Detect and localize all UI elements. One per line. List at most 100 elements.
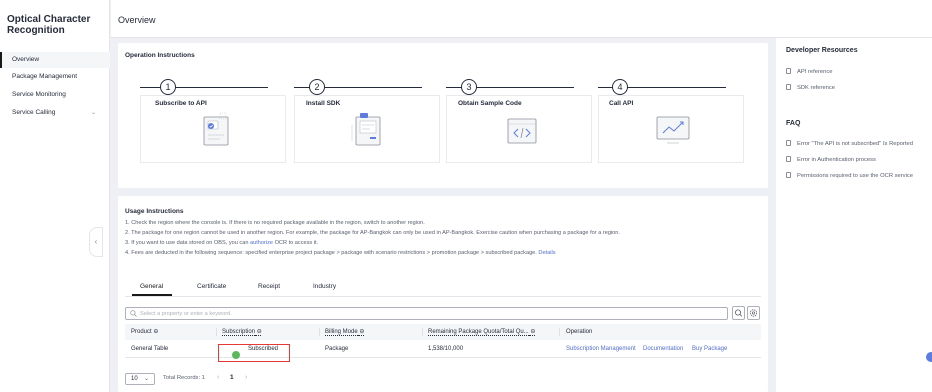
step-label: Call API xyxy=(609,100,634,107)
column-label: Product xyxy=(131,329,152,335)
filter-icon[interactable]: ⊖ xyxy=(530,329,535,335)
details-link[interactable]: Details xyxy=(538,250,555,256)
tab-general[interactable]: General xyxy=(140,283,163,290)
sidebar-item-service-calling[interactable]: Service Calling ⌄ xyxy=(0,105,110,121)
column-label: Subscription xyxy=(222,329,256,335)
column-separator xyxy=(422,328,423,336)
column-separator xyxy=(216,328,217,336)
column-header-remaining-quota[interactable]: Remaining Package Quota/Total Qu... ⊖ xyxy=(428,324,535,340)
step-label: Subscribe to API xyxy=(155,100,207,107)
step-number: 2 xyxy=(309,79,325,95)
usage-text: OCR to access it. xyxy=(273,240,319,246)
faq-label: Error in Authentication process xyxy=(797,157,876,163)
tab-receipt[interactable]: Receipt xyxy=(258,283,280,290)
api-reference-link[interactable]: API reference xyxy=(786,68,832,75)
search-icon xyxy=(130,310,137,317)
resource-label: API reference xyxy=(797,69,833,75)
faq-label: Permissions required to use the OCR serv… xyxy=(797,173,913,179)
search-button[interactable] xyxy=(732,306,745,320)
column-header-operation: Operation xyxy=(566,329,593,335)
subscribe-illustration-icon xyxy=(203,112,229,146)
developer-resources-title: Developer Resources xyxy=(786,47,858,54)
step-number: 4 xyxy=(612,79,628,95)
page-title: Overview xyxy=(118,15,156,25)
tab-certificate[interactable]: Certificate xyxy=(197,283,226,290)
current-page[interactable]: 1 xyxy=(230,374,234,381)
operation-instructions-title: Operation Instructions xyxy=(125,52,195,59)
page-size-select[interactable]: 10 ⌄ xyxy=(125,373,155,385)
usage-instruction-line: 3. If you want to use data stored on OBS… xyxy=(125,240,318,246)
table-header: Product ⊖ Subscription ⊖ Billing Mode ⊖ … xyxy=(125,324,761,340)
previous-page-icon[interactable]: ‹ xyxy=(217,374,219,381)
step-number: 3 xyxy=(461,79,477,95)
filter-icon[interactable]: ⊖ xyxy=(153,329,158,335)
cell-billing-mode: Package xyxy=(325,346,349,352)
tabs-divider xyxy=(125,296,761,297)
authorize-link[interactable]: authorize xyxy=(250,240,273,246)
usage-instruction-line: 1. Check the region where the console is… xyxy=(125,220,425,226)
sdk-reference-link[interactable]: SDK reference xyxy=(786,84,835,91)
sidebar-collapse-button[interactable]: ‹ xyxy=(89,227,103,257)
search-icon xyxy=(735,309,743,317)
faq-label: Error "The API is not subscribed" Is Rep… xyxy=(797,141,913,147)
tab-industry[interactable]: Industry xyxy=(313,283,336,290)
column-label: Billing Mode xyxy=(325,329,358,335)
call-api-illustration-icon xyxy=(656,116,690,144)
document-icon xyxy=(786,156,791,162)
subscription-management-link[interactable]: Subscription Management xyxy=(566,340,636,358)
sidebar-item-package-management[interactable]: Package Management xyxy=(0,69,110,85)
document-icon xyxy=(786,172,791,178)
sidebar-title: Optical Character Recognition xyxy=(7,14,91,36)
sidebar-item-service-monitoring[interactable]: Service Monitoring xyxy=(0,87,110,103)
sample-code-illustration-icon xyxy=(507,118,537,144)
gear-icon xyxy=(749,309,758,317)
step-label: Obtain Sample Code xyxy=(458,100,522,107)
search-box xyxy=(125,307,728,320)
filter-icon[interactable]: ⊖ xyxy=(257,329,262,335)
column-header-product[interactable]: Product ⊖ xyxy=(131,324,158,340)
column-separator xyxy=(559,328,560,336)
sidebar-item-label: Overview xyxy=(12,56,40,63)
sidebar-item-overview[interactable]: Overview xyxy=(0,52,110,68)
sidebar-item-label: Service Monitoring xyxy=(12,91,66,98)
faq-item[interactable]: Permissions required to use the OCR serv… xyxy=(786,172,913,179)
settings-button[interactable] xyxy=(747,306,760,320)
operation-instructions-card: Operation Instructions 1 2 3 4 Subscribe… xyxy=(118,43,768,188)
install-sdk-illustration-icon xyxy=(351,113,381,146)
sidebar: Optical Character Recognition Overview P… xyxy=(0,0,110,392)
page-header: Overview xyxy=(111,0,932,38)
subscription-highlight-box xyxy=(218,344,290,362)
column-header-subscription[interactable]: Subscription ⊖ xyxy=(222,324,262,340)
documentation-link[interactable]: Documentation xyxy=(643,340,683,358)
column-header-billing-mode[interactable]: Billing Mode ⊖ xyxy=(325,324,364,340)
usage-text: 3. If you want to use data stored on OBS… xyxy=(125,240,251,246)
document-icon xyxy=(786,140,791,146)
buy-package-link[interactable]: Buy Package xyxy=(692,340,727,358)
column-label: Remaining Package Quota/Total Qu... xyxy=(428,329,529,335)
search-input[interactable] xyxy=(140,308,720,319)
usage-instruction-line: 4. Fees are deducted in the following se… xyxy=(125,250,556,256)
filter-icon[interactable]: ⊖ xyxy=(359,329,364,335)
sidebar-item-label: Service Calling xyxy=(12,109,56,116)
column-separator xyxy=(319,328,320,336)
usage-instruction-line: 2. The package for one region cannot be … xyxy=(125,230,620,236)
next-page-icon[interactable]: › xyxy=(245,374,247,381)
cell-product: General Table xyxy=(131,346,169,352)
sidebar-item-label: Package Management xyxy=(12,73,78,80)
usage-instructions-card: Usage Instructions 1. Check the region w… xyxy=(118,196,768,392)
step-number: 1 xyxy=(160,79,176,95)
document-icon xyxy=(786,84,791,90)
cell-quota: 1,538/10,000 xyxy=(428,346,464,352)
document-icon xyxy=(786,68,791,74)
total-records: Total Records: 1 xyxy=(163,375,205,381)
usage-instructions-title: Usage Instructions xyxy=(125,208,184,215)
usage-text: 4. Fees are deducted in the following se… xyxy=(125,250,539,256)
faq-title: FAQ xyxy=(786,120,801,127)
chevron-down-icon: ⌄ xyxy=(90,110,96,116)
faq-item[interactable]: Error in Authentication process xyxy=(786,156,876,163)
faq-item[interactable]: Error "The API is not subscribed" Is Rep… xyxy=(786,140,913,147)
assistant-float-button[interactable] xyxy=(926,352,932,362)
resource-label: SDK reference xyxy=(797,85,836,91)
chevron-down-icon: ⌄ xyxy=(143,376,149,382)
step-label: Install SDK xyxy=(306,100,341,107)
